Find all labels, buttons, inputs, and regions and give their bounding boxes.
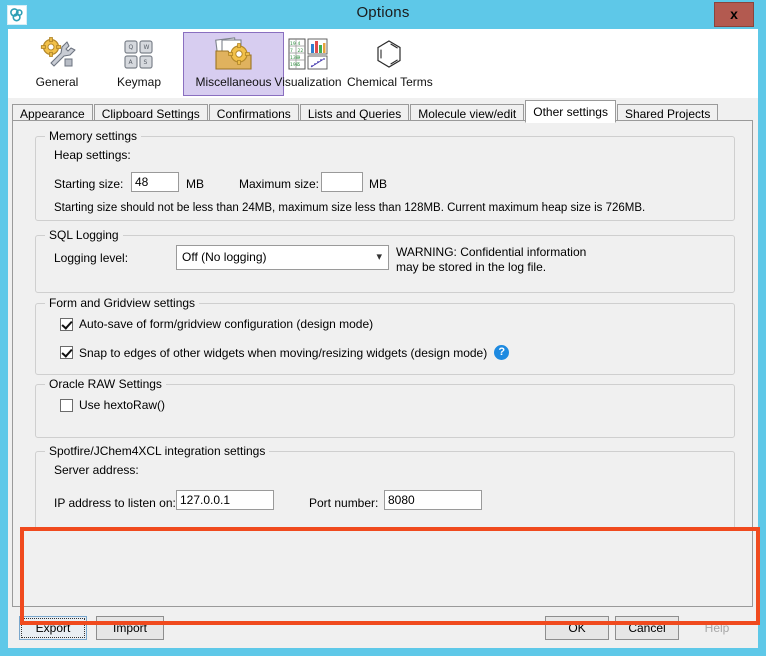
chevron-down-icon: ▾ bbox=[376, 246, 382, 269]
svg-text:4: 4 bbox=[298, 41, 301, 47]
ip-address-label: IP address to listen on: bbox=[54, 496, 176, 510]
server-address-label: Server address: bbox=[54, 463, 139, 477]
svg-text:5: 5 bbox=[298, 62, 301, 68]
toolbar-item-keymap[interactable]: QW AS Keymap bbox=[102, 32, 176, 96]
toolbar-item-general[interactable]: General bbox=[18, 32, 96, 96]
svg-text:S: S bbox=[144, 59, 148, 66]
export-button[interactable]: Export bbox=[19, 616, 87, 640]
form-gridview-settings-group: Form and Gridview settings Auto-save of … bbox=[35, 303, 735, 375]
hextoraw-label: Use hextoRaw() bbox=[79, 398, 165, 412]
hextoraw-checkbox-row[interactable]: Use hextoRaw() bbox=[60, 398, 165, 412]
toolbar-item-label: Visualization bbox=[271, 75, 345, 89]
close-button[interactable]: x bbox=[714, 2, 754, 27]
benzene-ring-icon bbox=[347, 35, 431, 75]
svg-text:9: 9 bbox=[298, 55, 301, 61]
toolbar-item-label: Keymap bbox=[109, 75, 169, 89]
tab-other-settings[interactable]: Other settings bbox=[525, 100, 616, 123]
autosave-label: Auto-save of form/gridview configuration… bbox=[79, 317, 373, 331]
sql-warning-line-2: may be stored in the log file. bbox=[396, 260, 586, 275]
title-bar: Options x bbox=[0, 0, 766, 29]
port-number-input[interactable]: 8080 bbox=[384, 490, 482, 510]
maximum-size-input[interactable] bbox=[321, 172, 363, 192]
gear-wrench-icon bbox=[25, 35, 89, 75]
starting-size-label: Starting size: bbox=[54, 177, 123, 191]
starting-size-unit: MB bbox=[186, 177, 204, 191]
heap-settings-label: Heap settings: bbox=[54, 148, 131, 162]
memory-settings-group: Memory settings Heap settings: Starting … bbox=[35, 136, 735, 221]
sql-warning-line-1: WARNING: Confidential information bbox=[396, 245, 586, 260]
logging-level-select[interactable]: Off (No logging) ▾ bbox=[176, 245, 389, 270]
oracle-raw-label: Oracle RAW Settings bbox=[45, 377, 166, 391]
options-dialog-window: Options x bbox=[0, 0, 766, 656]
toolbar-item-visualization[interactable]: 194 722 1389 1985 bbox=[264, 32, 352, 96]
tab-strip: AppearanceClipboard SettingsConfirmation… bbox=[12, 100, 719, 121]
window-title: Options bbox=[0, 4, 766, 21]
maximum-size-label: Maximum size: bbox=[239, 177, 319, 191]
help-button: Help bbox=[685, 616, 749, 640]
cancel-button[interactable]: Cancel bbox=[615, 616, 679, 640]
dialog-button-bar: Export Import OK Cancel Help bbox=[8, 610, 758, 648]
snap-to-edges-label: Snap to edges of other widgets when movi… bbox=[79, 346, 487, 360]
memory-settings-label: Memory settings bbox=[45, 129, 141, 143]
sql-logging-group: SQL Logging Logging level: Off (No loggi… bbox=[35, 235, 735, 293]
ip-address-input[interactable]: 127.0.0.1 bbox=[176, 490, 274, 510]
grid-chart-icon: 194 722 1389 1985 bbox=[271, 35, 345, 75]
snap-to-edges-checkbox-row[interactable]: Snap to edges of other widgets when movi… bbox=[60, 345, 509, 360]
keyboard-keys-icon: QW AS bbox=[109, 35, 169, 75]
logging-level-label: Logging level: bbox=[54, 251, 128, 265]
toolbar-item-label: Chemical Terms bbox=[347, 75, 431, 89]
oracle-raw-settings-group: Oracle RAW Settings Use hextoRaw() bbox=[35, 384, 735, 438]
category-toolbar: General QW AS Keymap bbox=[8, 29, 758, 98]
tab-page-other-settings: Memory settings Heap settings: Starting … bbox=[12, 120, 753, 607]
import-button[interactable]: Import bbox=[96, 616, 164, 640]
toolbar-item-label: General bbox=[25, 75, 89, 89]
svg-text:W: W bbox=[144, 44, 150, 51]
heap-size-note: Starting size should not be less than 24… bbox=[54, 202, 645, 214]
maximum-size-unit: MB bbox=[369, 177, 387, 191]
toolbar-item-chemical-terms[interactable]: Chemical Terms bbox=[340, 32, 438, 96]
svg-text:19: 19 bbox=[290, 41, 296, 47]
starting-size-input[interactable]: 48 bbox=[131, 172, 179, 192]
spotfire-integration-group: Spotfire/JChem4XCL integration settings … bbox=[35, 451, 735, 531]
snap-to-edges-checkbox[interactable] bbox=[60, 346, 73, 359]
sql-logging-label: SQL Logging bbox=[45, 228, 123, 242]
hextoraw-checkbox[interactable] bbox=[60, 399, 73, 412]
svg-text:22: 22 bbox=[298, 48, 304, 54]
help-circle-icon[interactable]: ? bbox=[494, 345, 509, 360]
autosave-checkbox-row[interactable]: Auto-save of form/gridview configuration… bbox=[60, 317, 373, 331]
logging-level-value: Off (No logging) bbox=[182, 250, 267, 264]
form-gridview-label: Form and Gridview settings bbox=[45, 296, 199, 310]
svg-text:7: 7 bbox=[290, 48, 293, 54]
svg-text:Q: Q bbox=[129, 44, 134, 51]
spotfire-group-label: Spotfire/JChem4XCL integration settings bbox=[45, 444, 269, 458]
options-panel: AppearanceClipboard SettingsConfirmation… bbox=[8, 98, 758, 610]
port-number-label: Port number: bbox=[309, 496, 378, 510]
ok-button[interactable]: OK bbox=[545, 616, 609, 640]
autosave-checkbox[interactable] bbox=[60, 318, 73, 331]
